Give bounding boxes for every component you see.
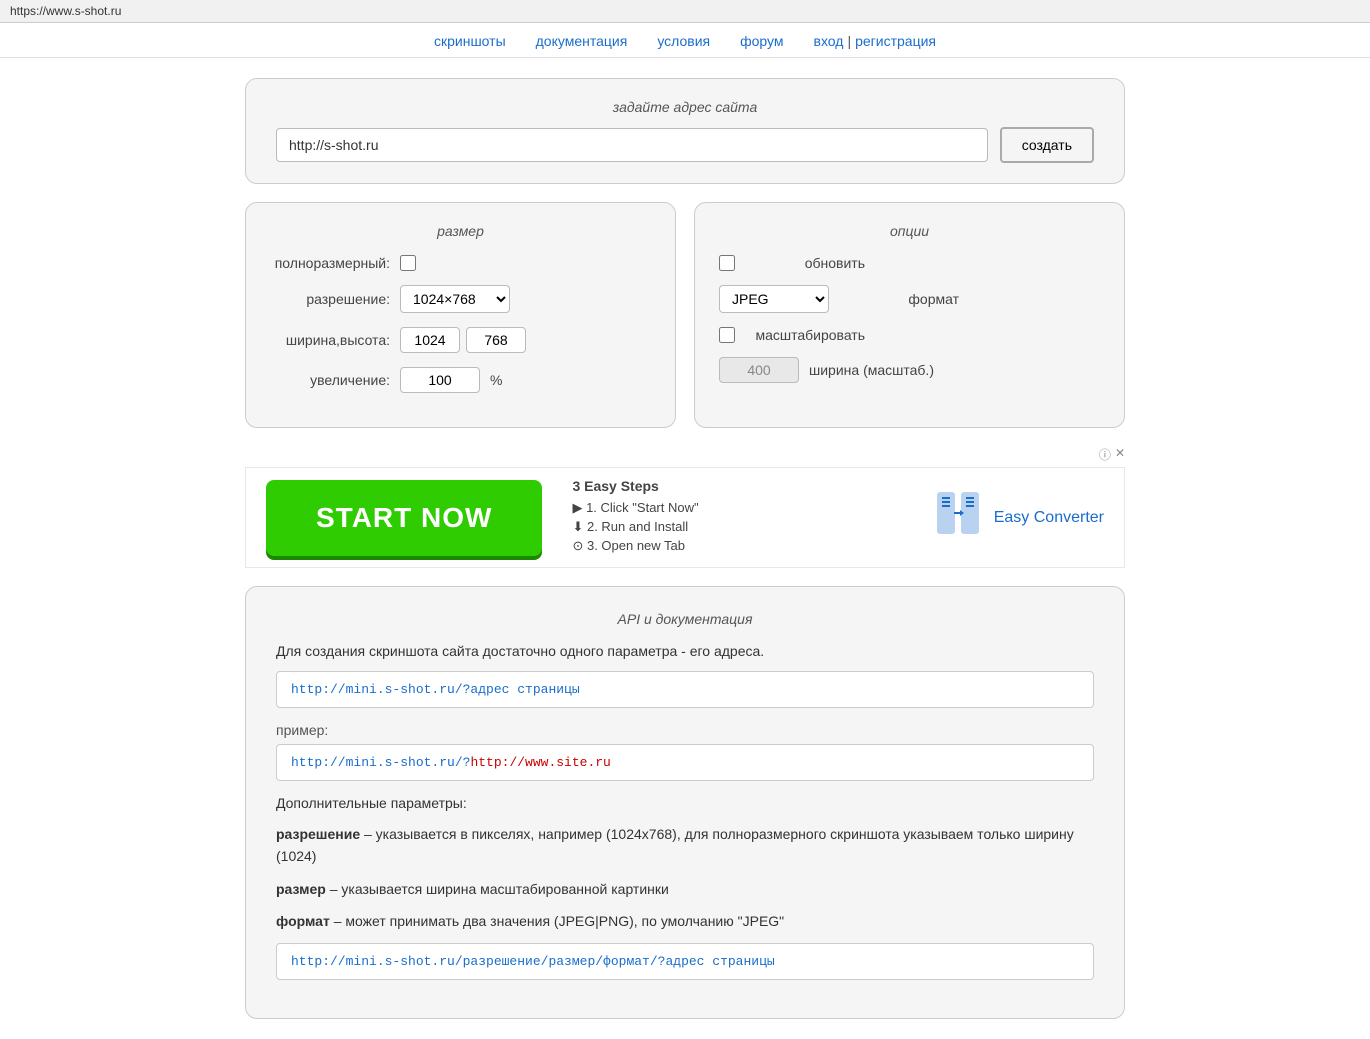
api-example-label: пример:	[276, 722, 1094, 738]
fullsize-label: полноразмерный:	[270, 255, 390, 271]
api-section-label: API и документация	[276, 611, 1094, 627]
api-section: API и документация Для создания скриншот…	[245, 586, 1125, 1019]
refresh-label: обновить	[745, 255, 865, 271]
format-label: формат	[839, 291, 959, 307]
nav-forum[interactable]: форум	[740, 33, 783, 49]
scale-checkbox[interactable]	[719, 327, 735, 343]
browser-url-bar: https://www.s-shot.ru	[0, 0, 1370, 23]
converter-icon	[934, 489, 982, 546]
zoom-input[interactable]	[400, 367, 480, 393]
api-param-resolution: разрешение – указывается в пикселях, нап…	[276, 823, 1094, 868]
main-navigation: скриншоты документация условия форум вхо…	[0, 23, 1370, 58]
refresh-row: обновить	[719, 255, 1100, 271]
create-button[interactable]: создать	[1000, 127, 1094, 163]
nav-register[interactable]: регистрация	[855, 33, 936, 49]
browser-url-text: https://www.s-shot.ru	[10, 4, 121, 18]
ad-container: ⓘ ✕ START NOW 3 Easy Steps ▶ 1. Click "S…	[245, 446, 1125, 568]
ad-steps-title: 3 Easy Steps	[572, 478, 903, 494]
ad-step-3: ⊙ 3. Open new Tab	[572, 538, 903, 554]
url-input[interactable]	[276, 128, 988, 162]
api-param-format-desc: – может принимать два значения (JPEG|PNG…	[334, 913, 784, 929]
size-panel-label: размер	[270, 223, 651, 239]
ad-info: 3 Easy Steps ▶ 1. Click "Start Now" ⬇ 2.…	[542, 478, 933, 557]
nav-terms[interactable]: условия	[657, 33, 710, 49]
url-section: задайте адрес сайта создать	[245, 78, 1125, 184]
ad-step-1: ▶ 1. Click "Start Now"	[572, 500, 903, 516]
options-panel: опции обновить JPEG PNG формат масштабир…	[694, 202, 1125, 428]
height-input[interactable]	[466, 327, 526, 353]
dimensions-label: ширина,высота:	[270, 332, 390, 348]
scale-label: масштабировать	[745, 327, 865, 343]
resolution-select[interactable]: 800×600 1024×768 1280×1024 1600×1200	[400, 285, 510, 313]
dimensions-row: ширина,высота:	[270, 327, 651, 353]
ad-banner: START NOW 3 Easy Steps ▶ 1. Click "Start…	[245, 467, 1125, 568]
api-example-box: http://mini.s-shot.ru/?http://www.site.r…	[276, 744, 1094, 781]
format-row: JPEG PNG формат	[719, 285, 1100, 313]
api-param-size: размер – указывается ширина масштабирова…	[276, 878, 1094, 900]
scale-width-input[interactable]	[719, 357, 799, 383]
api-param-format-name: формат	[276, 913, 330, 929]
ad-converter: Easy Converter	[934, 489, 1104, 546]
zoom-label: увеличение:	[270, 372, 390, 388]
percent-label: %	[490, 372, 502, 388]
nav-login[interactable]: вход	[814, 33, 844, 49]
api-full-url-box: http://mini.s-shot.ru/разрешение/размер/…	[276, 943, 1094, 980]
resolution-label: разрешение:	[270, 291, 390, 307]
api-extra-params-label: Дополнительные параметры:	[276, 795, 1094, 811]
format-select[interactable]: JPEG PNG	[719, 285, 829, 313]
nav-screenshots[interactable]: скриншоты	[434, 33, 506, 49]
scale-width-label: ширина (масштаб.)	[809, 362, 934, 378]
nav-auth: вход | регистрация	[814, 33, 936, 49]
api-param-size-name: размер	[276, 881, 326, 897]
ad-info-icon[interactable]: ⓘ	[1099, 446, 1111, 463]
size-panel: размер полноразмерный: разрешение: 800×6…	[245, 202, 676, 428]
scale-row: масштабировать	[719, 327, 1100, 343]
url-section-label: задайте адрес сайта	[276, 99, 1094, 115]
api-url-box: http://mini.s-shot.ru/?адрес страницы	[276, 671, 1094, 708]
api-param-resolution-name: разрешение	[276, 826, 360, 842]
resolution-row: разрешение: 800×600 1024×768 1280×1024 1…	[270, 285, 651, 313]
nav-separator: |	[847, 33, 851, 49]
width-input[interactable]	[400, 327, 460, 353]
options-panel-label: опции	[719, 223, 1100, 239]
start-now-button[interactable]: START NOW	[266, 480, 542, 556]
panels-row: размер полноразмерный: разрешение: 800×6…	[245, 202, 1125, 428]
refresh-checkbox[interactable]	[719, 255, 735, 271]
page-content: задайте адрес сайта создать размер полно…	[235, 58, 1135, 1039]
api-url-text: http://mini.s-shot.ru/?адрес страницы	[291, 682, 580, 697]
dim-inputs	[400, 327, 526, 353]
fullsize-checkbox[interactable]	[400, 255, 416, 271]
ad-step-2: ⬇ 2. Run and Install	[572, 519, 903, 535]
url-input-row: создать	[276, 127, 1094, 163]
api-example-link: http://www.site.ru	[470, 755, 610, 770]
api-param-size-desc: – указывается ширина масштабированной ка…	[330, 881, 669, 897]
api-param-format: формат – может принимать два значения (J…	[276, 910, 1094, 932]
nav-docs[interactable]: документация	[536, 33, 628, 49]
api-example-base: http://mini.s-shot.ru/?	[291, 755, 470, 770]
api-param-resolution-desc: – указывается в пикселях, например (1024…	[276, 826, 1074, 864]
ad-steps-list: ▶ 1. Click "Start Now" ⬇ 2. Run and Inst…	[572, 500, 903, 554]
ad-close-icon[interactable]: ✕	[1115, 446, 1125, 463]
fullsize-row: полноразмерный:	[270, 255, 651, 271]
api-intro-text: Для создания скриншота сайта достаточно …	[276, 643, 1094, 659]
zoom-row: увеличение: %	[270, 367, 651, 393]
ad-top-row: ⓘ ✕	[245, 446, 1125, 463]
scale-width-row: ширина (масштаб.)	[719, 357, 1100, 383]
api-full-url-text: http://mini.s-shot.ru/разрешение/размер/…	[291, 954, 775, 969]
converter-name: Easy Converter	[994, 509, 1104, 527]
